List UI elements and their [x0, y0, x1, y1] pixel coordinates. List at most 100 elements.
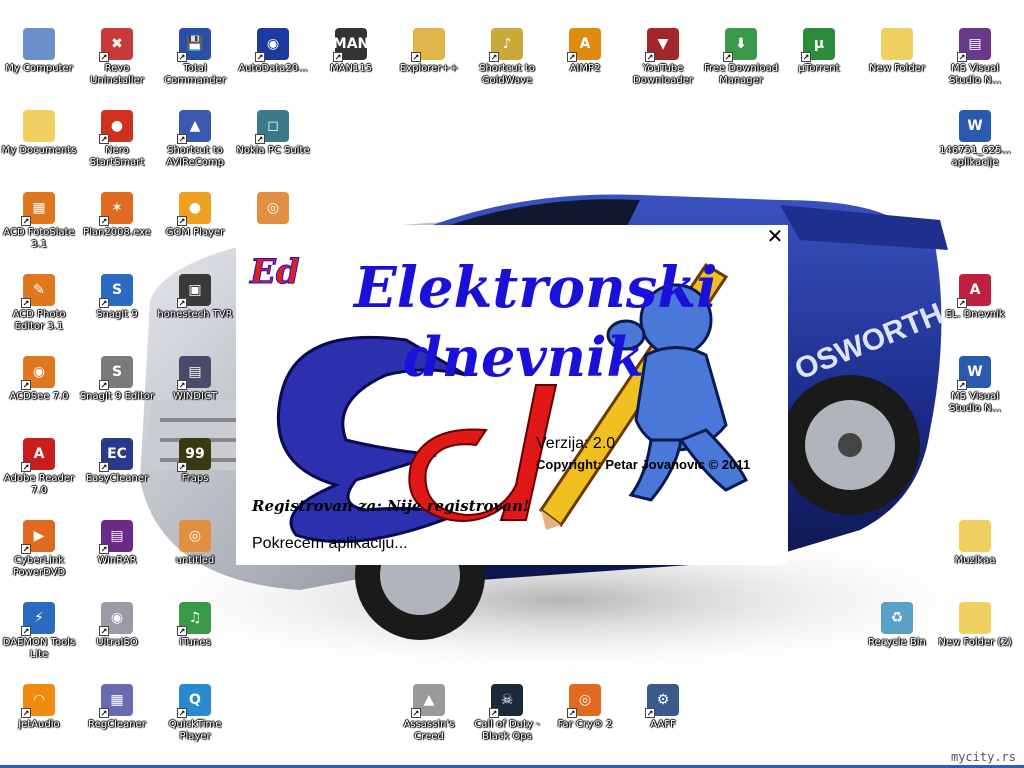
- app-icon: Q ↗: [177, 684, 211, 718]
- shortcut-arrow-icon: ↗: [21, 298, 31, 308]
- desktop-icon-free-download-manager[interactable]: ⬇ ↗ Free Download Manager: [702, 28, 780, 87]
- shortcut-arrow-icon: ↗: [333, 52, 343, 62]
- desktop-icon-label: ACD FotoSlate 3.1: [3, 227, 75, 250]
- desktop-icon-label: Total Commander: [164, 63, 226, 86]
- shortcut-arrow-icon: ↗: [177, 380, 187, 390]
- close-button[interactable]: ✕: [766, 226, 784, 246]
- desktop-icon-snagit-9-editor[interactable]: S ↗ SnagIt 9 Editor: [78, 356, 156, 403]
- desktop-icon-itunes[interactable]: ♫ ↗ iTunes: [156, 602, 234, 649]
- desktop-icon-shortcut-to-avirecomp[interactable]: ▲ ↗ Shortcut to AVIReComp: [156, 110, 234, 169]
- desktop-icon-man115[interactable]: MAN ↗ MAN115: [312, 28, 390, 75]
- desktop-icon-quicktime-player[interactable]: Q ↗ QuickTime Player: [156, 684, 234, 743]
- shortcut-arrow-icon: ↗: [489, 52, 499, 62]
- desktop-icon-total-commander[interactable]: 💾 ↗ Total Commander: [156, 28, 234, 87]
- desktop-icon-adobe-reader-7-0[interactable]: A ↗ Adobe Reader 7.0: [0, 438, 78, 497]
- desktop-icon-el-dnevnik[interactable]: A ↗ EL. Dnevnik: [936, 274, 1014, 321]
- desktop-icon-nero-startsmart[interactable]: ● ↗ Nero StartSmart: [78, 110, 156, 169]
- desktop-icon-assassin-s-creed[interactable]: ▲ ↗ Assassin's Creed: [390, 684, 468, 743]
- desktop-icon-label: Muzikaa: [954, 555, 996, 566]
- app-icon: ♪ ↗: [489, 28, 523, 62]
- shortcut-arrow-icon: ↗: [177, 708, 187, 718]
- desktop-icon-honestech-tvr[interactable]: ▣ ↗ honestech TVR: [156, 274, 234, 321]
- desktop-icon-snagit-9[interactable]: S ↗ SnagIt 9: [78, 274, 156, 321]
- desktop-icon-label: Nokia PC Suite: [236, 145, 310, 156]
- app-icon: S ↗: [99, 274, 133, 308]
- desktop-icon-acdsee-7-0[interactable]: ◉ ↗ ACDSee 7.0: [0, 356, 78, 403]
- shortcut-arrow-icon: ↗: [567, 52, 577, 62]
- desktop-icon-label: YouTube Downloader: [633, 63, 693, 86]
- shortcut-arrow-icon: ↗: [177, 134, 187, 144]
- app-icon: [23, 28, 55, 60]
- desktop-icon-cyberlink-powerdvd[interactable]: ▶ ↗ CyberLink PowerDVD: [0, 520, 78, 579]
- desktop-icon-label: AAFF: [650, 719, 676, 730]
- app-icon: S ↗: [99, 356, 133, 390]
- desktop-icon-label: Nero StartSmart: [89, 145, 145, 168]
- desktop-icon-muzikaa[interactable]: Muzikaa: [936, 520, 1014, 567]
- desktop-icon-fraps[interactable]: 99 ↗ Fraps: [156, 438, 234, 485]
- desktop-icon-gom-player[interactable]: ● ↗ GOM Player: [156, 192, 234, 239]
- desktop-icon-label: 146751_625... aplikacije: [939, 145, 1011, 168]
- desktop-icon-label: Free Download Manager: [703, 63, 779, 86]
- desktop-icon-ultraiso[interactable]: ◉ ↗ UltraISO: [78, 602, 156, 649]
- desktop-icon-autodata20[interactable]: ◉ ↗ AutoData20...: [234, 28, 312, 75]
- desktop-icon-label: untitled: [175, 555, 215, 566]
- desktop-icon-aimp2[interactable]: A ↗ AIMP2: [546, 28, 624, 75]
- desktop-icon-new-folder[interactable]: New Folder: [858, 28, 936, 75]
- shortcut-arrow-icon: ↗: [411, 52, 421, 62]
- desktop-icon-shortcut-to-goldwave[interactable]: ♪ ↗ Shortcut to GoldWave: [468, 28, 546, 87]
- desktop-icon-label: AIMP2: [569, 63, 601, 74]
- shortcut-arrow-icon: ↗: [21, 544, 31, 554]
- shortcut-arrow-icon: ↗: [957, 52, 967, 62]
- desktop-icon-label: CyberLink PowerDVD: [12, 555, 66, 578]
- desktop-icon-regcleaner[interactable]: ▦ ↗ RegCleaner: [78, 684, 156, 731]
- desktop-icon-label: Fraps: [181, 473, 209, 484]
- desktop-icon-daemon-tools-lite[interactable]: ⚡ ↗ DAEMON Tools Lite: [0, 602, 78, 661]
- desktop-icon-aaff[interactable]: ⚙ ↗ AAFF: [624, 684, 702, 731]
- shortcut-arrow-icon: ↗: [99, 380, 109, 390]
- shortcut-arrow-icon: ↗: [645, 52, 655, 62]
- shortcut-arrow-icon: ↗: [489, 708, 499, 718]
- shortcut-arrow-icon: ↗: [723, 52, 733, 62]
- desktop-icon-label: Far Cry® 2: [557, 719, 613, 730]
- desktop-icon-youtube-downloader[interactable]: ▼ ↗ YouTube Downloader: [624, 28, 702, 87]
- desktop-icon-label: Explorer++: [399, 63, 459, 74]
- desktop-icon-label: µTorrent: [798, 63, 840, 74]
- desktop-icon-untitled[interactable]: ◎ untitled: [156, 520, 234, 567]
- desktop-icon-146751-625-aplikacije[interactable]: W 146751_625... aplikacije: [936, 110, 1014, 169]
- desktop-icon-new-folder-2[interactable]: New Folder (2): [936, 602, 1014, 649]
- shortcut-arrow-icon: ↗: [99, 52, 109, 62]
- desktop-icon-acd-photo-editor-3-1[interactable]: ✎ ↗ ACD Photo Editor 3.1: [0, 274, 78, 333]
- shortcut-arrow-icon: ↗: [21, 626, 31, 636]
- app-icon: ◻ ↗: [255, 110, 289, 144]
- shortcut-arrow-icon: ↗: [21, 216, 31, 226]
- desktop-icon-easycleaner[interactable]: EC ↗ EasyCleaner: [78, 438, 156, 485]
- desktop-icon-winrar[interactable]: ▤ ↗ WinRAR: [78, 520, 156, 567]
- shortcut-arrow-icon: ↗: [99, 216, 109, 226]
- app-icon: ▦ ↗: [21, 192, 55, 226]
- shortcut-arrow-icon: ↗: [99, 134, 109, 144]
- desktop-icon-my-computer[interactable]: My Computer: [0, 28, 78, 75]
- desktop-icon-revo-uninstaller[interactable]: ✖ ↗ Revo Uninstaller: [78, 28, 156, 87]
- desktop-icon-my-documents[interactable]: My Documents: [0, 110, 78, 157]
- desktop-icon-ms-visual-studio-n[interactable]: ▤ ↗ MS Visual Studio N...: [936, 28, 1014, 87]
- desktop-icon-jetaudio[interactable]: ◠ ↗ jetAudio: [0, 684, 78, 731]
- app-icon: ↗: [411, 28, 445, 62]
- desktop-icon-recycle-bin[interactable]: ♻ Recycle Bin: [858, 602, 936, 649]
- shortcut-arrow-icon: ↗: [255, 134, 265, 144]
- desktop-icon-plan2008-exe[interactable]: ✶ ↗ Plan2008.exe: [78, 192, 156, 239]
- desktop-icon-ms-visual-studio-n[interactable]: W ↗ MS Visual Studio N...: [936, 356, 1014, 415]
- desktop-icon-call-of-duty-black-ops[interactable]: ☠ ↗ Call of Duty - Black Ops: [468, 684, 546, 743]
- desktop-icon-acd-fotoslate-3-1[interactable]: ▦ ↗ ACD FotoSlate 3.1: [0, 192, 78, 251]
- app-icon: ● ↗: [177, 192, 211, 226]
- desktop-icon-label: MAN115: [329, 63, 373, 74]
- desktop-icon-nokia-pc-suite[interactable]: ◻ ↗ Nokia PC Suite: [234, 110, 312, 157]
- shortcut-arrow-icon: ↗: [957, 298, 967, 308]
- desktop-icon-explorer[interactable]: ↗ Explorer++: [390, 28, 468, 75]
- shortcut-arrow-icon: ↗: [177, 216, 187, 226]
- shortcut-arrow-icon: ↗: [567, 708, 577, 718]
- app-icon: ◎ ↗: [567, 684, 601, 718]
- desktop-icon-far-cry-2[interactable]: ◎ ↗ Far Cry® 2: [546, 684, 624, 731]
- desktop-icon-windict[interactable]: ▤ ↗ WINDICT: [156, 356, 234, 403]
- shortcut-arrow-icon: ↗: [411, 708, 421, 718]
- desktop-icon-torrent[interactable]: µ ↗ µTorrent: [780, 28, 858, 75]
